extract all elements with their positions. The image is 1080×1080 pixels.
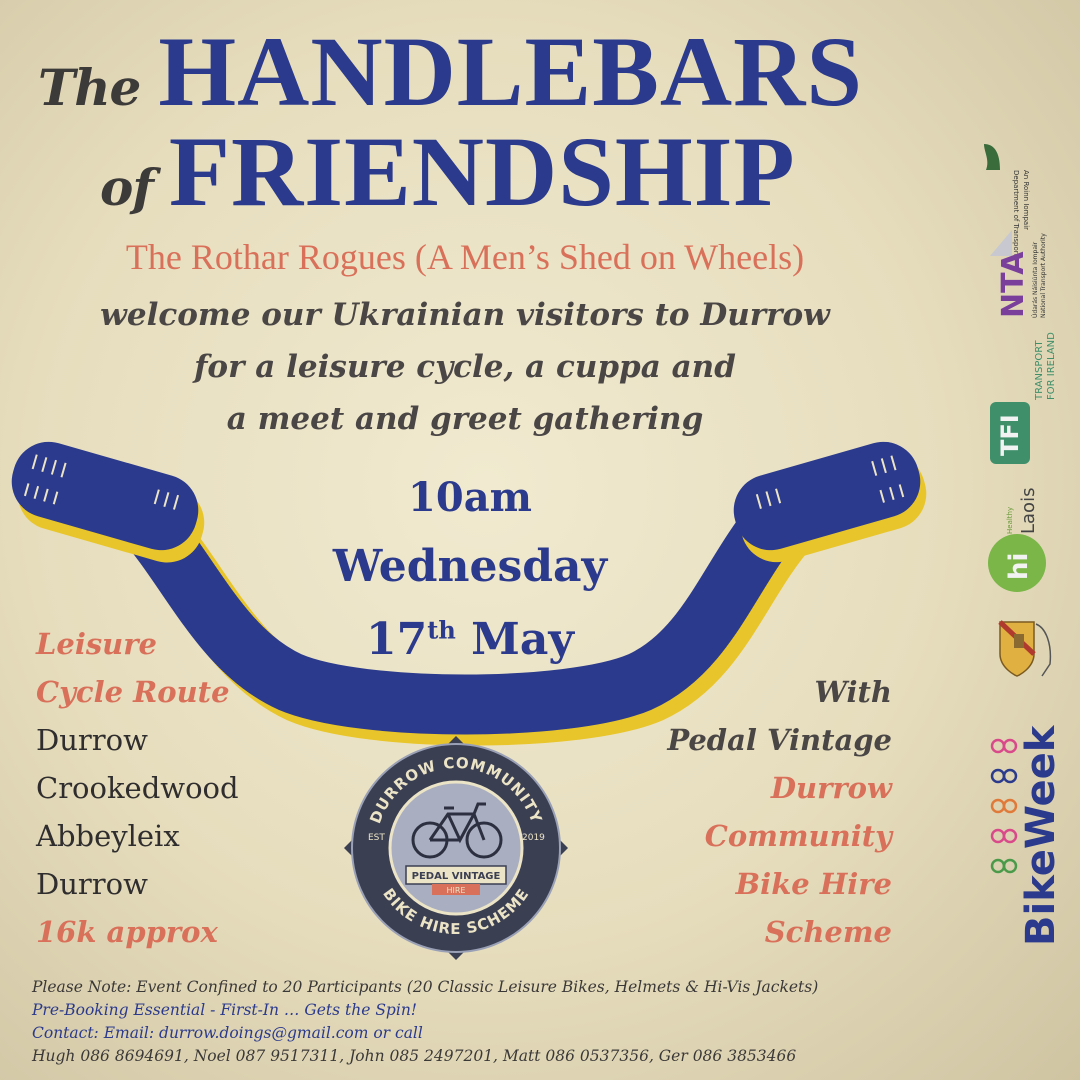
hi-text: hi [1004, 552, 1034, 580]
bike-hire-badge: DURROW COMMUNITY BIKE HIRE SCHEME EST 20… [344, 736, 568, 960]
partners-scheme-line: Bike Hire [735, 867, 892, 901]
notes-line-3: Contact: Email: durrow.doings@gmail.com … [32, 1024, 423, 1042]
county-crest-icon [998, 620, 1052, 677]
tfi-text: TFI [996, 414, 1024, 456]
partners-scheme-line: Scheme [764, 915, 892, 949]
badge-est: EST [368, 833, 385, 843]
event-date-number: 17 [366, 614, 428, 665]
badge-ribbon-sub-text: HIRE [447, 886, 466, 895]
nta-sub-1: Údarás Náisiúnta Iompair [1032, 241, 1039, 318]
title-friendship: FRIENDSHIP [168, 116, 796, 227]
route-column: Leisure Cycle Route Durrow Crookedwood A… [36, 620, 239, 956]
badge-year: 2019 [522, 833, 545, 843]
route-distance: 16k approx [36, 915, 218, 949]
tfi-sub-1: TRANSPORT [1034, 340, 1045, 400]
nta-sub-2: National Transport Authority [1040, 233, 1047, 318]
event-month: May [471, 614, 574, 665]
title-of: of [100, 158, 154, 217]
event-time: 10am [408, 474, 532, 521]
title-handlebars: HANDLEBARS [158, 16, 863, 127]
route-heading-1: Leisure [36, 627, 157, 661]
event-date-suffix: th [427, 615, 456, 645]
route-stop: Durrow [36, 723, 148, 757]
nta-text: NTA [996, 251, 1031, 318]
route-heading-2: Cycle Route [36, 675, 230, 709]
subtitle: The Rothar Rogues (A Men’s Shed on Wheel… [125, 237, 805, 277]
partners-column: With Pedal Vintage Durrow Community Bike… [667, 668, 892, 956]
cyclists-icon [990, 738, 1018, 874]
event-date: 17th May [300, 618, 640, 662]
event-day: Wednesday [332, 541, 608, 592]
notes: Please Note: Event Confined to 20 Partic… [32, 976, 992, 1068]
route-stop: Crookedwood [36, 771, 239, 805]
laois-text: Laois [1018, 487, 1039, 534]
title-line-1: The HANDLEBARS [38, 22, 938, 122]
route-stop: Durrow [36, 867, 148, 901]
route-stop: Abbeyleix [36, 819, 180, 853]
partners-scheme-line: Community [704, 819, 892, 853]
notes-line-1: Please Note: Event Confined to 20 Partic… [32, 978, 819, 996]
dept-line-1: An Roinn Iompair [1022, 170, 1030, 231]
healthy-text: Healthy [1006, 506, 1014, 534]
harp-icon [984, 144, 1000, 170]
partners-with: With [814, 675, 892, 709]
title-the: The [38, 58, 141, 117]
notes-line-2: Pre-Booking Essential - First-In … Gets … [32, 1001, 418, 1019]
welcome-line-1: welcome our Ukrainian visitors to Durrow [100, 297, 830, 333]
tfi-sub-2: FOR IRELAND [1046, 332, 1057, 400]
welcome-line-2: for a leisure cycle, a cuppa and [194, 349, 736, 385]
badge-ribbon-text: PEDAL VINTAGE [412, 871, 501, 882]
notes-line-4: Hugh 086 8694691, Noel 087 9517311, John… [32, 1047, 797, 1065]
partners-scheme-line: Durrow [770, 771, 892, 805]
title-line-2: of FRIENDSHIP [100, 122, 1000, 222]
partners-pedal-vintage: Pedal Vintage [667, 723, 892, 757]
bikeweek-text: BikeWeek [1018, 725, 1064, 946]
